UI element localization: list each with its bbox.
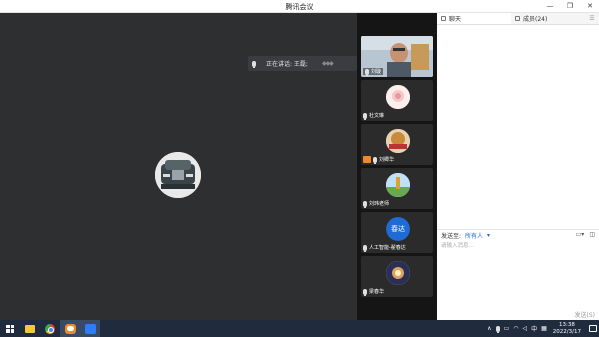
participant-avatar (386, 173, 410, 197)
chat-tools: ▭▾ ◫ (576, 231, 595, 238)
file-icon[interactable]: ▭▾ (576, 231, 585, 238)
tab-members[interactable]: 成员(24) (511, 13, 585, 24)
send-to-selector[interactable]: 发送至: 所有人 ▾ (441, 231, 490, 240)
main-speaker-avatar (155, 152, 201, 198)
keyboard-icon[interactable]: ▦ (541, 325, 547, 332)
participant-name: 刘玮老师 (369, 201, 390, 207)
main-video-stage[interactable]: 正在讲话: 王磊; ◆◆◆ 王磊 (0, 13, 357, 330)
window-title: 腾讯会议 (285, 3, 314, 11)
taskbar-file-explorer[interactable] (20, 320, 40, 337)
screen-share-icon (363, 156, 371, 163)
network-icon[interactable]: ▭ (504, 325, 510, 332)
side-panel: 聊天 成员(24) ☰ 发送至: 所有人 ▾ ▭▾ ◫ 请输入消息... 发送(… (437, 13, 599, 320)
system-tray: ∧ ▭ ◠ ◁ 中 ▦ 13:38 2022/3/17 (487, 320, 599, 337)
participant-avatar (386, 85, 410, 109)
tencent-meeting-icon (84, 323, 96, 334)
participant-tile[interactable]: 刘卿华 (361, 124, 433, 165)
participant-name: 人工智能-翟春达 (369, 245, 406, 251)
divider (437, 229, 599, 230)
clock-time: 13:38 (558, 321, 575, 328)
send-to-label: 发送至: (441, 233, 462, 240)
windows-icon (6, 324, 14, 333)
taskbar-chrome[interactable] (40, 320, 60, 337)
chat-input[interactable]: 请输入消息... (441, 241, 474, 249)
participant-tile[interactable]: 刘玮老师 (361, 168, 433, 209)
mic-icon (252, 60, 256, 68)
start-button[interactable] (0, 320, 20, 337)
wifi-icon[interactable]: ◠ (513, 325, 518, 332)
mic-icon (365, 68, 369, 76)
mic-icon (373, 156, 377, 164)
participant-name: 杜文琳 (369, 113, 385, 119)
mic-icon (363, 244, 367, 252)
microphone-icon[interactable] (495, 325, 500, 333)
title-bar: 腾讯会议 — ❐ ✕ (0, 0, 599, 13)
panel-menu-icon[interactable]: ☰ (585, 13, 599, 24)
taskbar-tencent-meeting[interactable] (80, 320, 100, 337)
close-icon[interactable]: ✕ (585, 1, 595, 11)
window-controls: — ❐ ✕ (545, 1, 595, 11)
chrome-icon (45, 323, 55, 334)
taskbar: ∧ ▭ ◠ ◁ 中 ▦ 13:38 2022/3/17 (0, 320, 599, 337)
wechat-icon (64, 323, 76, 334)
mic-icon (363, 200, 367, 208)
notification-icon[interactable] (589, 325, 597, 332)
chat-icon (441, 16, 446, 21)
participant-avatar (386, 129, 410, 153)
tab-chat[interactable]: 聊天 (437, 13, 511, 24)
mic-icon (363, 112, 367, 120)
folder-icon (25, 324, 35, 333)
participant-tile[interactable]: 梁春华 (361, 256, 433, 297)
panel-tabs: 聊天 成员(24) ☰ (437, 13, 599, 25)
members-icon (515, 16, 520, 21)
screenshot-icon[interactable]: ◫ (589, 231, 595, 238)
speaking-label: 正在讲话: 王磊; (266, 61, 308, 68)
participant-tile[interactable]: 刘璇 (361, 36, 433, 77)
chevron-down-icon[interactable]: ▾ (487, 232, 490, 239)
participant-avatar: 春达 (386, 217, 410, 241)
mic-icon (363, 288, 367, 296)
taskbar-wechat[interactable] (60, 320, 80, 337)
audio-wave-icon: ◆◆◆ (321, 60, 334, 67)
speaking-indicator: 正在讲话: 王磊; ◆◆◆ (248, 56, 357, 71)
clock[interactable]: 13:38 2022/3/17 (553, 322, 581, 336)
minimize-icon[interactable]: — (545, 1, 555, 11)
participant-name: 刘璇 (371, 69, 382, 75)
chevron-up-icon[interactable]: ∧ (487, 325, 491, 332)
participant-name: 梁春华 (369, 289, 385, 295)
volume-icon[interactable]: ◁ (522, 325, 527, 332)
restore-icon[interactable]: ❐ (565, 1, 575, 11)
send-to-target[interactable]: 所有人 (465, 231, 483, 240)
ime-indicator[interactable]: 中 (531, 324, 537, 333)
participant-tile[interactable]: 杜文琳 (361, 80, 433, 121)
participant-name: 刘卿华 (379, 157, 395, 163)
participant-avatar (386, 261, 410, 285)
clock-date: 2022/3/17 (552, 328, 581, 335)
participant-video-list[interactable]: 刘璇 杜文琳 刘卿华 刘玮老师 春达 人工智能-翟春达 梁春华 (357, 13, 437, 320)
participant-tile[interactable]: 春达 人工智能-翟春达 (361, 212, 433, 253)
send-button[interactable]: 发送(S) (575, 310, 596, 319)
